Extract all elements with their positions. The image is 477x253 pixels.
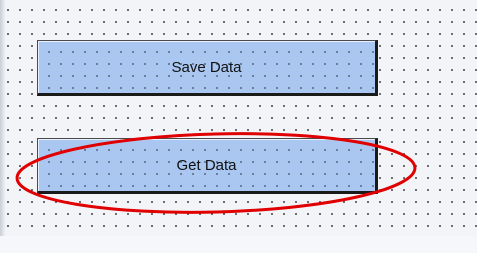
get-data-button[interactable]: Get Data (37, 138, 378, 194)
form-design-canvas[interactable] (0, 0, 477, 253)
get-data-button-label: Get Data (176, 156, 237, 174)
save-data-button-label: Save Data (171, 58, 242, 76)
save-data-button[interactable]: Save Data (37, 40, 378, 96)
canvas-bottom-margin (0, 236, 477, 253)
canvas-left-border (0, 0, 5, 253)
